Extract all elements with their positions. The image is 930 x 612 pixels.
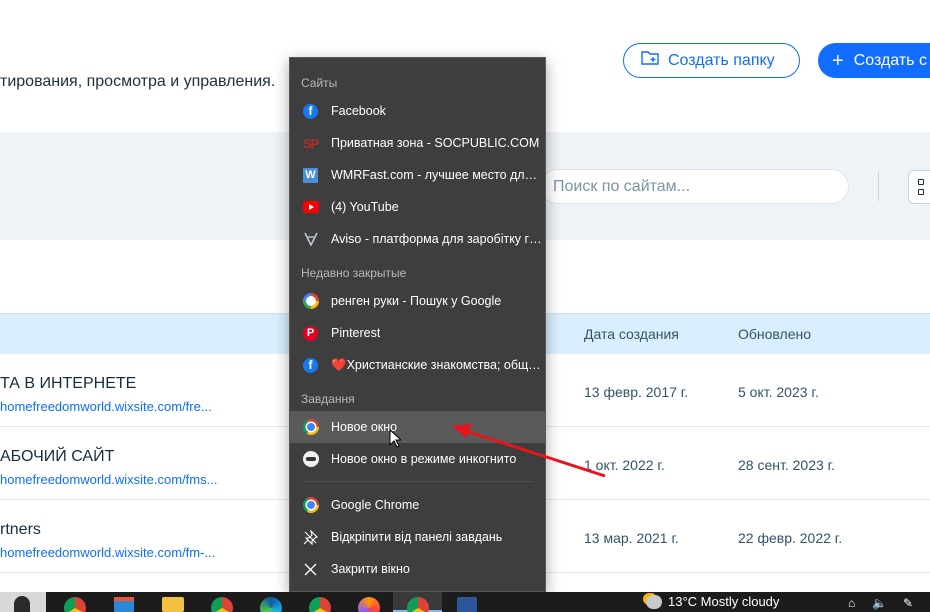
weather-text: 13°C Mostly cloudy [668, 594, 780, 609]
column-created[interactable]: Дата создания [584, 326, 679, 342]
search-placeholder: Поиск по сайтам... [553, 177, 691, 195]
jump-item-aviso[interactable]: Aviso - платформа для заробітку гро... [290, 223, 545, 255]
facebook-icon: f [302, 103, 319, 120]
tasks-section-header: Завдання [301, 392, 355, 406]
chrome-jump-list: Сайты f Facebook SP Приватная зона - SOC… [289, 57, 546, 592]
updated-date: 5 окт. 2023 г. [738, 384, 819, 400]
penguin-icon [14, 596, 30, 612]
word-icon [456, 597, 477, 612]
jump-item-label: (4) YouTube [331, 200, 399, 214]
chrome-icon [406, 597, 429, 612]
unpin-icon [302, 529, 319, 546]
grid-view-toggle[interactable] [908, 170, 930, 204]
create-site-button[interactable]: + Создать с [818, 43, 930, 78]
jump-item-pinterest[interactable]: P Pinterest [290, 317, 545, 349]
jump-item-google-chrome[interactable]: Google Chrome [290, 489, 545, 521]
jump-item-label: Приватная зона - SOCPUBLIC.COM [331, 136, 540, 150]
weather-widget[interactable]: 13°C Mostly cloudy [646, 594, 779, 609]
column-updated[interactable]: Обновлено [738, 326, 811, 342]
jump-item-christian-dating[interactable]: f ❤️Христианские знакомства; общен... [290, 349, 545, 381]
create-folder-button[interactable]: Создать папку [623, 43, 800, 78]
facebook-icon: f [302, 357, 319, 374]
updated-date: 28 сент. 2023 г. [738, 457, 835, 473]
site-name[interactable]: rtners [0, 521, 41, 539]
jump-item-label: Відкріпити від панелі завдань [331, 530, 503, 544]
jump-item-socpublic[interactable]: SP Приватная зона - SOCPUBLIC.COM [290, 127, 545, 159]
chrome-icon [302, 497, 319, 514]
close-icon [302, 561, 319, 578]
search-input[interactable]: Поиск по сайтам... [540, 169, 849, 204]
jump-item-label: Новое окно в режиме инкогнито [331, 452, 517, 466]
taskbar-word[interactable] [442, 592, 491, 612]
chrome-icon [63, 597, 86, 612]
site-url[interactable]: homefreedomworld.wixsite.com/fm-... [0, 545, 215, 560]
created-date: 1 окт. 2022 г. [584, 457, 665, 473]
start-button[interactable] [0, 592, 46, 612]
site-name[interactable]: АБОЧИЙ САЙТ [0, 448, 114, 466]
menu-divider [302, 481, 534, 482]
taskbar-explorer[interactable] [148, 592, 197, 612]
jump-item-label: Facebook [331, 104, 386, 118]
taskbar-chrome-2[interactable] [197, 592, 246, 612]
volume-icon[interactable]: 🔈 [872, 596, 887, 610]
youtube-icon [302, 199, 319, 216]
grid-icon [918, 179, 924, 185]
mouse-cursor-icon [389, 429, 401, 448]
taskbar-chrome-3[interactable] [295, 592, 344, 612]
firefox-icon [357, 597, 380, 612]
create-site-label: Создать с [853, 51, 927, 69]
jump-item-label: WMRFast.com - лучшее место для за... [331, 168, 543, 182]
jump-item-label: ❤️Христианские знакомства; общен... [331, 357, 543, 372]
cloud-icon [646, 594, 662, 609]
jump-item-unpin[interactable]: Відкріпити від панелі завдань [290, 521, 545, 553]
folder-plus-icon [640, 49, 660, 72]
toolbar-divider [878, 171, 879, 201]
jump-item-label: ренген руки - Пошук у Google [331, 294, 502, 308]
jump-item-facebook[interactable]: f Facebook [290, 95, 545, 127]
pen-icon[interactable]: ✎ [903, 596, 913, 610]
pinterest-icon: P [302, 325, 319, 342]
windows-taskbar: 13°C Mostly cloudy ⌂ 🔈 ✎ [0, 592, 930, 612]
site-name[interactable]: ТА В ИНТЕРНЕТЕ [0, 375, 136, 393]
chrome-icon [302, 419, 319, 436]
folder-icon [161, 597, 184, 612]
edge-icon [259, 597, 282, 612]
plus-icon: + [832, 49, 844, 72]
socpublic-icon: SP [302, 135, 319, 151]
jump-item-google-search[interactable]: ренген руки - Пошук у Google [290, 285, 545, 317]
taskbar-firefox[interactable] [344, 592, 393, 612]
jump-item-new-window[interactable]: Новое окно [290, 411, 545, 443]
network-icon[interactable]: ⌂ [848, 596, 855, 610]
jump-item-label: Google Chrome [331, 498, 420, 512]
jump-item-label: Aviso - платформа для заробітку гро... [331, 232, 543, 246]
google-icon [302, 293, 319, 310]
jump-item-label: Закрити вікно [331, 562, 410, 576]
taskbar-chrome[interactable] [50, 592, 99, 612]
create-folder-label: Создать папку [668, 51, 775, 69]
created-date: 13 мар. 2021 г. [584, 530, 679, 546]
chrome-icon [210, 597, 233, 612]
taskbar-edge[interactable] [246, 592, 295, 612]
taskbar-chrome-active[interactable] [393, 592, 442, 612]
jump-item-label: Новое окно [331, 420, 398, 434]
chrome-icon [308, 597, 331, 612]
taskbar-store[interactable] [99, 592, 148, 612]
created-date: 13 февр. 2017 г. [584, 384, 689, 400]
recent-section-header: Недавно закрытые [301, 266, 407, 280]
jump-item-close-window[interactable]: Закрити вікно [290, 553, 545, 585]
site-url[interactable]: homefreedomworld.wixsite.com/fms... [0, 472, 217, 487]
jump-item-wmrfast[interactable]: W WMRFast.com - лучшее место для за... [290, 159, 545, 191]
incognito-icon [302, 451, 319, 468]
wmrfast-icon: W [302, 167, 319, 184]
store-icon [113, 597, 134, 612]
grid-icon-cell [918, 189, 924, 195]
site-url[interactable]: homefreedomworld.wixsite.com/fre... [0, 399, 212, 414]
jump-item-new-incognito-window[interactable]: Новое окно в режиме инкогнито [290, 443, 545, 475]
page-subtitle: тирования, просмотра и управления. [0, 73, 276, 90]
sites-section-header: Сайты [301, 76, 338, 90]
updated-date: 22 февр. 2022 г. [738, 530, 843, 546]
aviso-icon [302, 231, 319, 248]
jump-item-label: Pinterest [331, 326, 381, 340]
jump-item-youtube[interactable]: (4) YouTube [290, 191, 545, 223]
